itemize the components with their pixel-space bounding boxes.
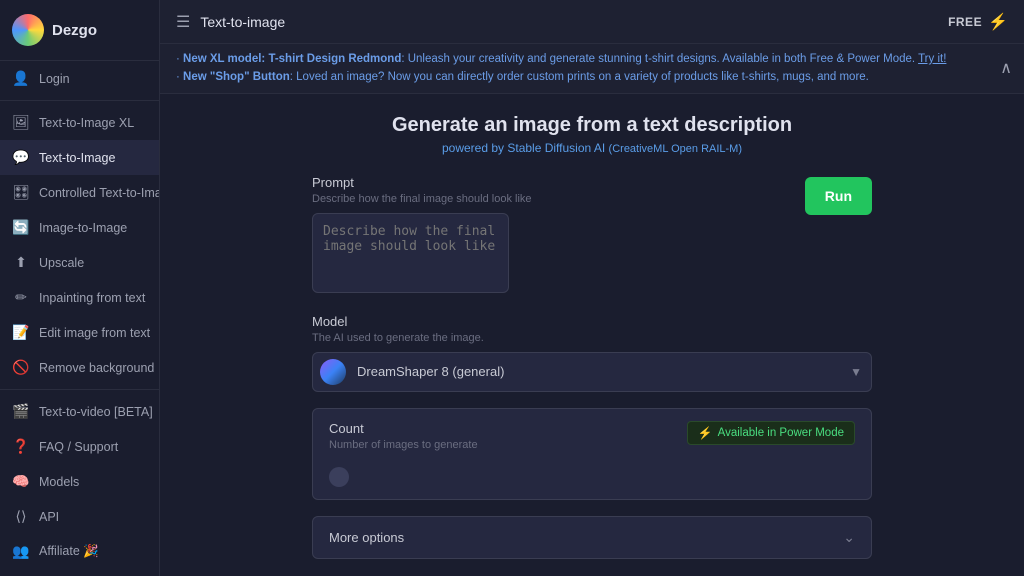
header: ☰ Text-to-image FREE ⚡ — [160, 0, 1024, 44]
announcement-bar: · New XL model: T-shirt Design Redmond: … — [160, 44, 1024, 94]
main-subtitle: powered by Stable Diffusion AI (Creative… — [312, 141, 872, 155]
logo-icon — [12, 14, 44, 46]
sidebar-label-inpainting-from-text: Inpainting from text — [39, 291, 145, 305]
sidebar-label-upscale: Upscale — [39, 256, 84, 270]
sidebar-icon-faq-support: ❓ — [12, 438, 30, 455]
sidebar-icon-models: 🧠 — [12, 473, 30, 490]
prompt-textarea[interactable] — [312, 213, 509, 293]
sidebar-icon-remove-background: 🚫 — [12, 359, 30, 376]
main-title: Generate an image from a text descriptio… — [312, 114, 872, 137]
model-select[interactable]: DreamShaper 8 (general) Stable Diffusion… — [312, 352, 872, 392]
sidebar-item-text-to-image[interactable]: 💬 Text-to-Image — [0, 140, 159, 175]
page-heading: Generate an image from a text descriptio… — [312, 114, 872, 155]
run-button[interactable]: Run — [805, 177, 872, 215]
sidebar-icon-affiliate: 👥 — [12, 543, 30, 560]
sidebar-item-image-to-image[interactable]: 🔄 Image-to-Image — [0, 210, 159, 245]
header-title: Text-to-image — [200, 14, 948, 30]
sidebar-label-text-to-video: Text-to-video [BETA] — [39, 405, 153, 419]
sidebar: Dezgo 👤 Login 🖼 Text-to-Image XL 💬 Text-to-Im… — [0, 0, 160, 576]
count-slider-thumb[interactable] — [329, 467, 349, 487]
try-it-link[interactable]: Try it! — [918, 53, 946, 65]
power-lightning-icon: ⚡ — [698, 426, 713, 440]
count-section: Count Number of images to generate ⚡ Ava… — [312, 408, 872, 500]
free-badge: FREE — [948, 15, 982, 29]
sidebar-label-faq-support: FAQ / Support — [39, 440, 118, 454]
sidebar-item-edit-image-from-text[interactable]: 📝 Edit image from text — [0, 315, 159, 350]
announcement-close-button[interactable]: ∧ — [1000, 58, 1012, 78]
model-avatar — [320, 359, 346, 385]
announcement-line1: · New XL model: T-shirt Design Redmond: … — [176, 50, 1008, 68]
sidebar-label-api: API — [39, 510, 59, 524]
more-options-toggle[interactable]: More options ⌄ — [312, 516, 872, 559]
sidebar-item-controlled-text-to-image[interactable]: 🎛 Controlled Text-to-Image — [0, 175, 159, 210]
sidebar-item-twitter[interactable]: 🐦Twitter — [0, 569, 159, 576]
count-header: Count Number of images to generate ⚡ Ava… — [329, 421, 855, 459]
sidebar-item-faq-support[interactable]: ❓ FAQ / Support — [0, 429, 159, 464]
sidebar-icon-controlled-text-to-image: 🎛 — [12, 184, 30, 201]
app-logo[interactable]: Dezgo — [0, 0, 159, 61]
sidebar-item-remove-background[interactable]: 🚫 Remove background — [0, 350, 159, 385]
sidebar-item-login[interactable]: 👤 Login — [0, 61, 159, 96]
sidebar-icon-api: ⟨⟩ — [12, 508, 30, 525]
power-mode-text: Available in Power Mode — [718, 427, 844, 439]
sidebar-icon-text-to-video: 🎬 — [12, 403, 30, 420]
sidebar-item-upscale[interactable]: ⬆ Upscale — [0, 245, 159, 280]
sidebar-divider — [0, 100, 159, 101]
sidebar-item-api[interactable]: ⟨⟩ API — [0, 499, 159, 534]
count-label: Count — [329, 421, 478, 436]
menu-icon[interactable]: ☰ — [176, 12, 190, 32]
sidebar-item-inpainting-from-text[interactable]: ✏ Inpainting from text — [0, 280, 159, 315]
model-select-wrapper: DreamShaper 8 (general) Stable Diffusion… — [312, 352, 872, 392]
sidebar-label-text-to-image: Text-to-Image — [39, 151, 115, 165]
sidebar-label-image-to-image: Image-to-Image — [39, 221, 127, 235]
count-slider-row — [329, 467, 855, 487]
model-section: Model The AI used to generate the image.… — [312, 314, 872, 392]
model-label: Model — [312, 314, 872, 329]
sidebar-item-text-to-video[interactable]: 🎬 Text-to-video [BETA] — [0, 394, 159, 429]
lightning-icon: ⚡ — [988, 12, 1008, 32]
app-name: Dezgo — [52, 22, 97, 39]
prompt-label: Prompt — [312, 175, 795, 190]
sidebar-label-affiliate: Affiliate 🎉 — [39, 544, 99, 559]
sidebar-label-login: Login — [39, 72, 70, 86]
count-hint: Number of images to generate — [329, 439, 478, 451]
sidebar-icon-text-to-image-xl: 🖼 — [12, 114, 30, 131]
prompt-hint: Describe how the final image should look… — [312, 193, 795, 205]
model-avatar-image — [320, 359, 346, 385]
sidebar-icon-text-to-image: 💬 — [12, 149, 30, 166]
sidebar-icon-image-to-image: 🔄 — [12, 219, 30, 236]
content-area: Generate an image from a text descriptio… — [160, 94, 1024, 576]
sidebar-divider — [0, 389, 159, 390]
prompt-section: Prompt Describe how the final image shou… — [312, 175, 872, 298]
count-info: Count Number of images to generate — [329, 421, 478, 459]
sidebar-icon-upscale: ⬆ — [12, 254, 30, 271]
sidebar-label-text-to-image-xl: Text-to-Image XL — [39, 116, 134, 130]
more-options-label: More options — [329, 530, 404, 545]
model-hint: The AI used to generate the image. — [312, 332, 872, 344]
content-inner: Generate an image from a text descriptio… — [292, 114, 892, 559]
sidebar-item-models[interactable]: 🧠 Models — [0, 464, 159, 499]
power-mode-badge: ⚡ Available in Power Mode — [687, 421, 855, 445]
main-area: ☰ Text-to-image FREE ⚡ · New XL model: T… — [160, 0, 1024, 576]
chevron-down-icon: ⌄ — [843, 529, 855, 546]
header-badge: FREE ⚡ — [948, 12, 1008, 32]
sidebar-item-text-to-image-xl[interactable]: 🖼 Text-to-Image XL — [0, 105, 159, 140]
count-box: Count Number of images to generate ⚡ Ava… — [312, 408, 872, 500]
sidebar-icon-login: 👤 — [12, 70, 30, 87]
sidebar-icon-edit-image-from-text: 📝 — [12, 324, 30, 341]
sidebar-label-models: Models — [39, 475, 79, 489]
announcement-line2: · New "Shop" Button: Loved an image? Now… — [176, 68, 1008, 86]
sidebar-item-affiliate[interactable]: 👥 Affiliate 🎉 — [0, 534, 159, 569]
sidebar-label-edit-image-from-text: Edit image from text — [39, 326, 150, 340]
sidebar-label-controlled-text-to-image: Controlled Text-to-Image — [39, 186, 160, 200]
sidebar-label-remove-background: Remove background — [39, 361, 154, 375]
sidebar-icon-inpainting-from-text: ✏ — [12, 289, 30, 306]
